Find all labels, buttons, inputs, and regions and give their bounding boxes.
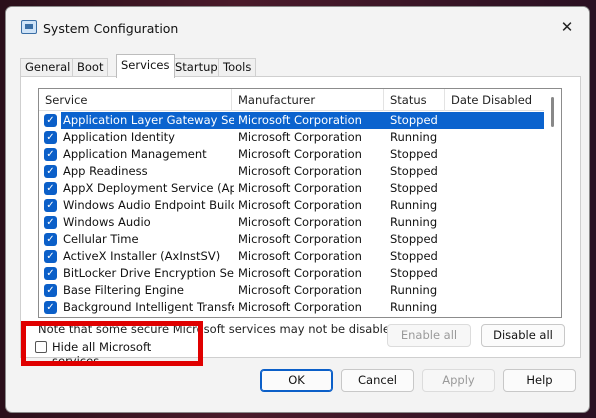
list-header: Service Manufacturer Status Date Disable…: [39, 89, 545, 111]
service-status: Stopped: [390, 164, 438, 178]
service-name: Application Management: [63, 147, 207, 161]
service-manufacturer: Microsoft Corporation: [238, 249, 362, 263]
service-status: Running: [390, 130, 438, 144]
highlight-annotation-box: [21, 321, 203, 366]
service-manufacturer: Microsoft Corporation: [238, 283, 362, 297]
service-name: Cellular Time: [63, 232, 139, 246]
table-row[interactable]: ✓ BitLocker Drive Encryption Service Micro…: [39, 265, 545, 282]
list-scrollbar[interactable]: [544, 89, 561, 317]
table-row[interactable]: ✓ Application Layer Gateway Service Micros…: [39, 112, 545, 129]
service-checkbox[interactable]: ✓: [44, 165, 57, 178]
service-manufacturer: Microsoft Corporation: [238, 266, 362, 280]
service-status: Stopped: [390, 181, 438, 195]
tab-tools[interactable]: Tools: [218, 58, 257, 77]
service-status: Running: [390, 283, 438, 297]
service-name: AppX Deployment Service (AppX...: [63, 181, 234, 195]
service-manufacturer: Microsoft Corporation: [238, 232, 362, 246]
window-title: System Configuration: [43, 21, 179, 36]
service-status: Stopped: [390, 266, 438, 280]
service-name: Application Identity: [63, 130, 175, 144]
service-status: Stopped: [390, 249, 438, 263]
service-checkbox[interactable]: ✓: [44, 284, 57, 297]
service-checkbox[interactable]: ✓: [44, 131, 57, 144]
service-status: Running: [390, 215, 438, 229]
service-checkbox[interactable]: ✓: [44, 250, 57, 263]
tab-general[interactable]: General: [20, 58, 76, 77]
help-button[interactable]: Help: [503, 369, 576, 392]
close-button[interactable]: ✕: [553, 16, 581, 38]
services-panel: Service Manufacturer Status Date Disable…: [20, 76, 581, 368]
service-status: Stopped: [390, 113, 438, 127]
service-name: Background Intelligent Transfer ...: [63, 300, 234, 314]
service-manufacturer: Microsoft Corporation: [238, 198, 362, 212]
ok-button[interactable]: OK: [260, 369, 333, 392]
service-name: ActiveX Installer (AxInstSV): [63, 249, 221, 263]
table-row[interactable]: ✓ AppX Deployment Service (AppX... Microso…: [39, 180, 545, 197]
table-row[interactable]: ✓ Application Identity Microsoft Corporati…: [39, 129, 545, 146]
msconfig-app-icon: [21, 20, 37, 34]
service-manufacturer: Microsoft Corporation: [238, 164, 362, 178]
column-header-manufacturer[interactable]: Manufacturer: [232, 89, 384, 111]
column-header-date-disabled[interactable]: Date Disabled: [445, 89, 545, 111]
service-manufacturer: Microsoft Corporation: [238, 215, 362, 229]
tab-boot[interactable]: Boot: [72, 58, 109, 77]
service-checkbox[interactable]: ✓: [44, 114, 57, 127]
service-status: Stopped: [390, 232, 438, 246]
service-checkbox[interactable]: ✓: [44, 182, 57, 195]
tab-services[interactable]: Services: [116, 54, 175, 78]
table-row[interactable]: ✓ App Readiness Microsoft Corporation Stopp…: [39, 163, 545, 180]
service-name: Base Filtering Engine: [63, 283, 184, 297]
tab-strip: General Boot Services Startup Tools: [20, 54, 580, 78]
service-checkbox[interactable]: ✓: [44, 199, 57, 212]
table-row[interactable]: ✓ ActiveX Installer (AxInstSV) Microsoft C…: [39, 248, 545, 265]
service-name: Windows Audio: [63, 215, 151, 229]
service-status: Running: [390, 300, 438, 314]
column-header-service[interactable]: Service: [39, 89, 232, 111]
column-header-status[interactable]: Status: [384, 89, 445, 111]
services-list[interactable]: Service Manufacturer Status Date Disable…: [38, 88, 562, 318]
service-manufacturer: Microsoft Corporation: [238, 113, 362, 127]
service-checkbox[interactable]: ✓: [44, 233, 57, 246]
table-row[interactable]: ✓ Windows Audio Endpoint Builder Microsoft…: [39, 197, 545, 214]
disable-all-button[interactable]: Disable all: [481, 324, 565, 347]
service-checkbox[interactable]: ✓: [44, 301, 57, 314]
service-checkbox[interactable]: ✓: [44, 216, 57, 229]
tab-startup[interactable]: Startup: [170, 58, 223, 77]
apply-button[interactable]: Apply: [422, 369, 495, 392]
cancel-button[interactable]: Cancel: [341, 369, 414, 392]
service-status: Running: [390, 198, 438, 212]
service-name: BitLocker Drive Encryption Service: [63, 266, 234, 280]
table-row[interactable]: ✓ Base Filtering Engine Microsoft Corporat…: [39, 282, 545, 299]
service-name: Windows Audio Endpoint Builder: [63, 198, 234, 212]
service-manufacturer: Microsoft Corporation: [238, 181, 362, 195]
table-row[interactable]: ✓ Windows Audio Microsoft Corporation Runni…: [39, 214, 545, 231]
service-checkbox[interactable]: ✓: [44, 148, 57, 161]
enable-all-button[interactable]: Enable all: [387, 324, 471, 347]
service-manufacturer: Microsoft Corporation: [238, 147, 362, 161]
table-row[interactable]: ✓ Cellular Time Microsoft Corporation Stopp…: [39, 231, 545, 248]
service-checkbox[interactable]: ✓: [44, 267, 57, 280]
service-name: App Readiness: [63, 164, 148, 178]
scrollbar-thumb[interactable]: [551, 97, 554, 127]
table-row[interactable]: ✓ Application Management Microsoft Corpora…: [39, 146, 545, 163]
service-manufacturer: Microsoft Corporation: [238, 130, 362, 144]
service-name: Application Layer Gateway Service: [63, 113, 234, 127]
table-row[interactable]: ✓ Background Intelligent Transfer ... Micr…: [39, 299, 545, 316]
service-status: Stopped: [390, 147, 438, 161]
service-manufacturer: Microsoft Corporation: [238, 300, 362, 314]
title-bar[interactable]: System Configuration ✕: [6, 7, 589, 41]
